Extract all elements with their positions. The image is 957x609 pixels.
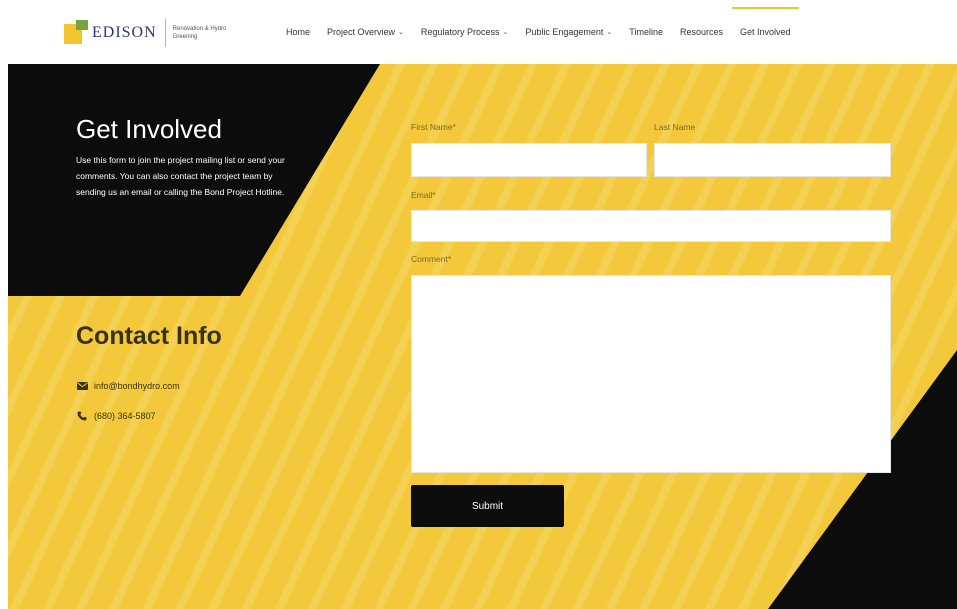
phone-icon: [76, 411, 88, 421]
logo-subtitle: Renovation & Hydro Greening: [172, 26, 227, 40]
site-header: EDISON Renovation & Hydro Greening Home …: [0, 0, 957, 64]
logo-wordmark: EDISON: [92, 19, 166, 47]
comment-textarea[interactable]: [411, 275, 891, 473]
logo-mark-icon: [64, 20, 88, 46]
nav-label: Resources: [679, 27, 723, 37]
email-field[interactable]: [411, 210, 891, 242]
nav-label: Timeline: [629, 27, 663, 37]
chevron-down-icon: ⌄: [398, 29, 404, 36]
nav-home[interactable]: Home: [286, 0, 310, 64]
contact-email-row[interactable]: info@bondhydro.com: [76, 381, 180, 391]
intro-text: Use this form to join the project mailin…: [76, 155, 285, 197]
contact-info-heading: Contact Info: [76, 322, 222, 350]
site-logo[interactable]: EDISON Renovation & Hydro Greening: [64, 17, 236, 49]
nav-label: Public Engagement: [525, 27, 604, 37]
get-involved-section: Get Involved Use this form to join the p…: [8, 64, 957, 609]
last-name-label: Last Name: [654, 122, 696, 132]
nav-timeline[interactable]: Timeline: [629, 0, 663, 64]
comment-label: Comment*: [411, 254, 452, 264]
submit-button[interactable]: Submit: [411, 485, 564, 527]
nav-public-engagement[interactable]: Public Engagement ⌄: [525, 0, 612, 64]
nav-label: Get Involved: [740, 27, 791, 37]
first-name-field[interactable]: [411, 143, 647, 177]
nav-resources[interactable]: Resources: [680, 0, 723, 64]
nav-label: Regulatory Process: [420, 27, 500, 37]
contact-email-link[interactable]: info@bondhydro.com: [94, 381, 180, 391]
nav-label: Project Overview: [327, 27, 396, 37]
nav-regulatory-process[interactable]: Regulatory Process ⌄: [421, 0, 508, 64]
nav-get-involved[interactable]: Get Involved: [732, 0, 798, 64]
envelope-icon: [76, 381, 88, 391]
page-title: Get Involved: [76, 114, 222, 144]
chevron-down-icon: ⌄: [502, 29, 509, 36]
email-label: Email*: [411, 190, 436, 200]
first-name-label: First Name*: [411, 122, 456, 132]
chevron-down-icon: ⌄: [606, 29, 613, 36]
nav-label: Home: [286, 27, 311, 37]
contact-phone-row[interactable]: (680) 364-5807: [76, 411, 156, 421]
main-nav: Home Project Overview ⌄ Regulatory Proces…: [286, 0, 808, 64]
nav-project-overview[interactable]: Project Overview ⌄: [327, 0, 404, 64]
contact-phone-link[interactable]: (680) 364-5807: [94, 411, 156, 421]
last-name-field[interactable]: [654, 143, 891, 177]
